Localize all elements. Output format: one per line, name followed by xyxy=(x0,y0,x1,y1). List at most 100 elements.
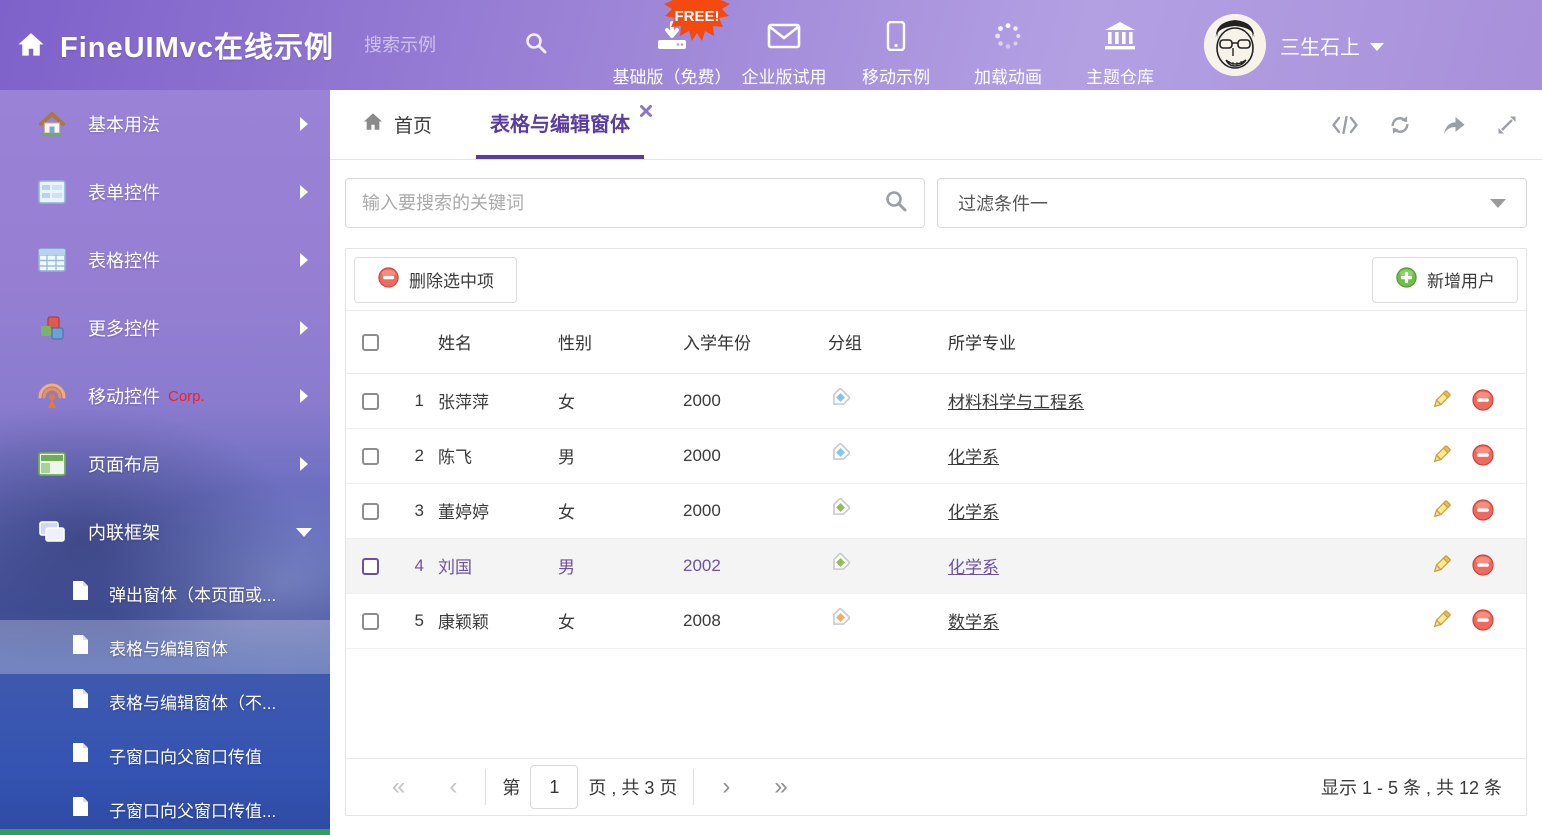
row-checkbox[interactable] xyxy=(362,448,379,465)
nav-enterprise-trial[interactable]: 企业版试用 xyxy=(728,3,840,88)
refresh-icon[interactable] xyxy=(1388,114,1412,136)
keyword-input[interactable] xyxy=(362,193,884,214)
table-row[interactable]: 1 张萍萍 女 2000 材料科学与工程系 xyxy=(346,373,1526,428)
sidebar-item-grid[interactable]: 表格控件 xyxy=(0,226,330,294)
sidebar-item-mobile[interactable]: 移动控件 Corp. xyxy=(0,362,330,430)
form-icon xyxy=(38,180,66,204)
user-menu[interactable]: 三生石上 xyxy=(1204,14,1384,76)
row-checkbox[interactable] xyxy=(362,393,379,410)
mobile-icon xyxy=(886,21,906,56)
tag-icon xyxy=(828,387,851,410)
row-checkbox[interactable] xyxy=(362,558,379,575)
delete-icon[interactable] xyxy=(1471,553,1495,578)
first-page-icon[interactable]: « xyxy=(370,773,427,801)
row-checkbox[interactable] xyxy=(362,503,379,520)
cell-name: 董婷婷 xyxy=(438,483,558,538)
cell-name: 陈飞 xyxy=(438,428,558,483)
page: FineUIMvc在线示例 FREE! 基 xyxy=(0,0,1542,835)
cell-group xyxy=(828,428,948,483)
avatar[interactable] xyxy=(1204,14,1266,76)
edit-icon[interactable] xyxy=(1428,553,1453,578)
major-link[interactable]: 数学系 xyxy=(948,613,999,632)
table-row[interactable]: 4 刘国 男 2002 化学系 xyxy=(346,538,1526,593)
share-icon[interactable] xyxy=(1442,115,1466,135)
row-checkbox[interactable] xyxy=(362,613,379,630)
delete-icon[interactable] xyxy=(1471,388,1495,413)
expand-icon[interactable] xyxy=(1496,114,1518,136)
table-row[interactable]: 5 康颖颖 女 2008 数学系 xyxy=(346,593,1526,648)
major-link[interactable]: 化学系 xyxy=(948,448,999,467)
col-header-gender: 性别 xyxy=(558,311,683,373)
row-number: 4 xyxy=(398,538,438,593)
sidebar-subitem[interactable]: 子窗口向父窗口传值... xyxy=(0,782,330,835)
page-number-input[interactable] xyxy=(530,765,578,809)
table-row[interactable]: 3 董婷婷 女 2000 化学系 xyxy=(346,483,1526,538)
divider xyxy=(693,769,694,805)
tab-home[interactable]: 首页 xyxy=(362,90,432,159)
nav-theme-repo[interactable]: 主题仓库 xyxy=(1064,3,1176,88)
major-link[interactable]: 化学系 xyxy=(948,503,999,522)
user-name: 三生石上 xyxy=(1280,31,1360,60)
sidebar-item-more[interactable]: 更多控件 xyxy=(0,294,330,362)
filter-row: 过滤条件一 xyxy=(345,178,1527,228)
tab-active[interactable]: 表格与编辑窗体 xyxy=(476,90,644,159)
nav-mobile-demo[interactable]: 移动示例 xyxy=(840,3,952,88)
table-row[interactable]: 2 陈飞 男 2000 化学系 xyxy=(346,428,1526,483)
major-link[interactable]: 材料科学与工程系 xyxy=(948,393,1084,412)
sidebar-subitem[interactable]: 弹出窗体（本页面或... xyxy=(0,566,330,620)
select-all-checkbox[interactable] xyxy=(362,334,379,351)
edit-icon[interactable] xyxy=(1428,498,1453,523)
search-icon[interactable] xyxy=(524,31,548,60)
keyword-search[interactable] xyxy=(345,178,925,228)
sidebar-subitem[interactable]: 表格与编辑窗体 xyxy=(0,620,330,674)
document-icon xyxy=(72,796,89,822)
tag-icon xyxy=(828,442,851,465)
delete-selected-button[interactable]: 删除选中项 xyxy=(354,257,517,303)
home-icon xyxy=(38,111,66,137)
app-title: FineUIMvc在线示例 xyxy=(60,24,334,66)
chevron-right-icon xyxy=(300,457,308,471)
sidebar-item-layout[interactable]: 页面布局 xyxy=(0,430,330,498)
header-search[interactable] xyxy=(364,31,564,60)
sidebar-item-basic[interactable]: 基本用法 xyxy=(0,90,330,158)
sidebar-subitem[interactable]: 表格与编辑窗体（不... xyxy=(0,674,330,728)
cell-gender: 女 xyxy=(558,483,683,538)
table-empty-space xyxy=(346,649,1526,759)
add-user-button[interactable]: 新增用户 xyxy=(1372,257,1518,303)
delete-icon[interactable] xyxy=(1471,608,1495,633)
search-icon[interactable] xyxy=(884,189,908,218)
chevron-down-icon xyxy=(1370,43,1384,51)
page-prefix: 第 xyxy=(502,774,520,800)
cell-year: 2008 xyxy=(683,593,828,648)
nav-loading-anim[interactable]: 加载动画 xyxy=(952,3,1064,88)
grid-icon xyxy=(38,248,66,272)
delete-icon[interactable] xyxy=(1471,498,1495,523)
cell-major: 化学系 xyxy=(948,428,1408,483)
pagination: « ‹ 第 页 , 共 3 页 › » 显示 1 - 5 条 , 共 12 条 xyxy=(346,758,1526,815)
sidebar-item-form[interactable]: 表单控件 xyxy=(0,158,330,226)
sidebar-item-iframe[interactable]: 内联框架 xyxy=(0,498,330,566)
home-icon[interactable] xyxy=(16,31,46,59)
code-icon[interactable] xyxy=(1332,115,1358,135)
spinner-icon xyxy=(992,21,1024,56)
edit-icon[interactable] xyxy=(1428,388,1453,413)
last-page-icon[interactable]: » xyxy=(752,773,809,801)
divider xyxy=(485,769,486,805)
edit-icon[interactable] xyxy=(1428,443,1453,468)
corp-badge: Corp. xyxy=(168,388,205,405)
chevron-right-icon xyxy=(300,185,308,199)
prev-page-icon[interactable]: ‹ xyxy=(427,773,479,801)
edit-icon[interactable] xyxy=(1428,608,1453,633)
next-page-icon[interactable]: › xyxy=(700,773,752,801)
tag-icon xyxy=(828,552,851,575)
tab-bar: 首页 表格与编辑窗体 xyxy=(330,90,1542,160)
envelope-icon xyxy=(767,21,801,56)
row-number: 5 xyxy=(398,593,438,648)
header-search-input[interactable] xyxy=(364,35,524,56)
major-link[interactable]: 化学系 xyxy=(948,558,999,577)
delete-icon[interactable] xyxy=(1471,443,1495,468)
sidebar-subitem[interactable]: 子窗口向父窗口传值 xyxy=(0,728,330,782)
filter-dropdown[interactable]: 过滤条件一 xyxy=(937,178,1527,228)
app-header: FineUIMvc在线示例 FREE! 基 xyxy=(0,0,1542,90)
tab-close-icon[interactable] xyxy=(640,104,652,122)
